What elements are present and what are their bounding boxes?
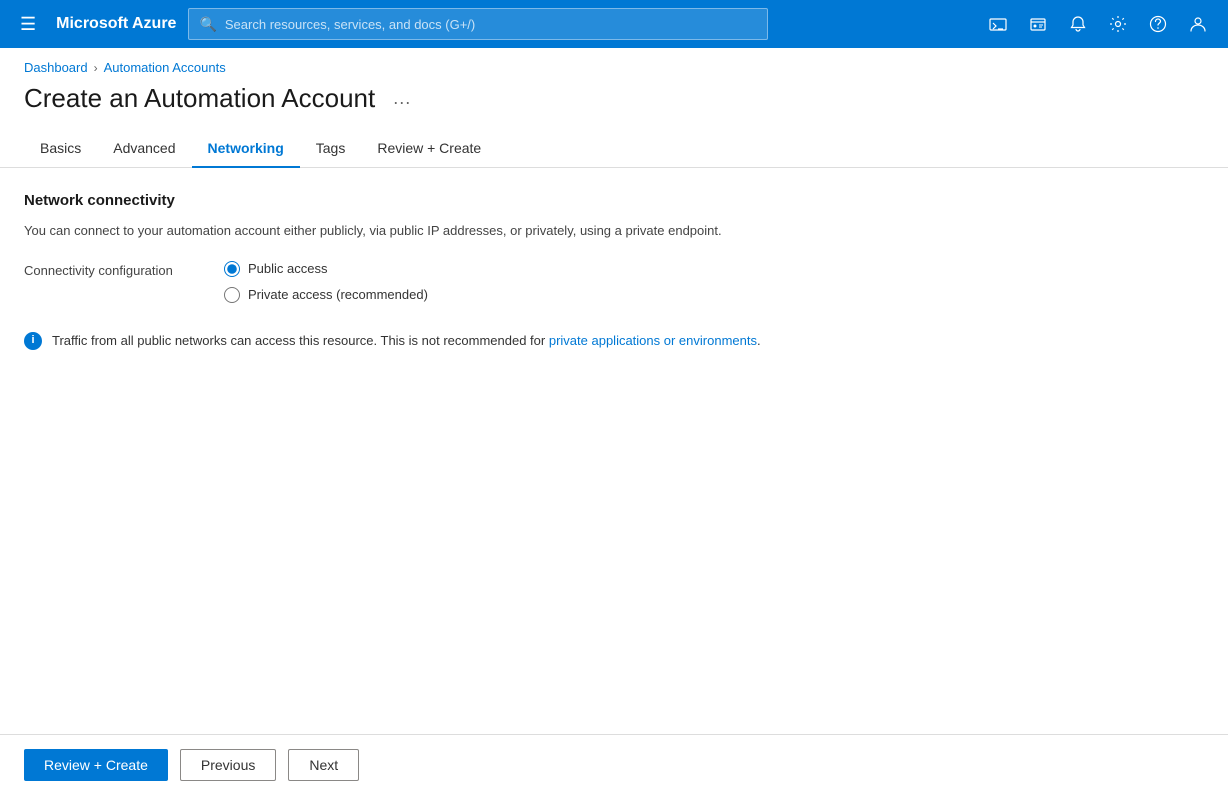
breadcrumb-sep-1: › xyxy=(94,61,98,75)
hamburger-menu[interactable]: ☰ xyxy=(12,10,44,39)
tab-advanced[interactable]: Advanced xyxy=(97,130,191,168)
breadcrumb-automation-accounts[interactable]: Automation Accounts xyxy=(104,60,226,75)
tab-review-create[interactable]: Review + Create xyxy=(361,130,497,168)
topnav-icons xyxy=(980,6,1216,42)
cloud-shell-icon[interactable] xyxy=(980,6,1016,42)
section-title: Network connectivity xyxy=(24,192,1204,209)
brand-logo: Microsoft Azure xyxy=(56,15,176,33)
search-icon: 🔍 xyxy=(199,16,216,33)
account-icon[interactable] xyxy=(1180,6,1216,42)
search-box[interactable]: 🔍 xyxy=(188,8,768,40)
section-description: You can connect to your automation accou… xyxy=(24,221,1204,241)
info-icon: i xyxy=(24,332,42,350)
settings-icon[interactable] xyxy=(1100,6,1136,42)
topnav: ☰ Microsoft Azure 🔍 xyxy=(0,0,1228,48)
info-banner: i Traffic from all public networks can a… xyxy=(24,331,1204,351)
page-menu-button[interactable]: ... xyxy=(387,86,417,111)
connectivity-radio-group: Public access Private access (recommende… xyxy=(224,261,428,303)
content-area: Network connectivity You can connect to … xyxy=(0,168,1228,430)
review-create-button[interactable]: Review + Create xyxy=(24,749,168,781)
tab-networking[interactable]: Networking xyxy=(192,130,300,168)
tab-tags[interactable]: Tags xyxy=(300,130,362,168)
info-text: Traffic from all public networks can acc… xyxy=(52,331,761,351)
tabs: Basics Advanced Networking Tags Review +… xyxy=(0,130,1228,168)
breadcrumb-dashboard[interactable]: Dashboard xyxy=(24,60,88,75)
radio-private-label: Private access (recommended) xyxy=(248,287,428,302)
breadcrumb: Dashboard › Automation Accounts xyxy=(0,48,1228,75)
search-input[interactable] xyxy=(225,17,758,32)
next-button[interactable]: Next xyxy=(288,749,359,781)
info-link[interactable]: private applications or environments xyxy=(549,333,757,348)
help-icon[interactable] xyxy=(1140,6,1176,42)
radio-private-input[interactable] xyxy=(224,287,240,303)
radio-private-access[interactable]: Private access (recommended) xyxy=(224,287,428,303)
radio-public-input[interactable] xyxy=(224,261,240,277)
page-title: Create an Automation Account xyxy=(24,83,375,114)
tab-basics[interactable]: Basics xyxy=(24,130,97,168)
previous-button[interactable]: Previous xyxy=(180,749,276,781)
bottom-bar: Review + Create Previous Next xyxy=(0,734,1228,794)
radio-public-label: Public access xyxy=(248,261,327,276)
directory-icon[interactable] xyxy=(1020,6,1056,42)
config-label: Connectivity configuration xyxy=(24,261,184,278)
page-header: Create an Automation Account ... xyxy=(0,75,1228,130)
connectivity-config-row: Connectivity configuration Public access… xyxy=(24,261,1204,303)
radio-public-access[interactable]: Public access xyxy=(224,261,428,277)
notifications-icon[interactable] xyxy=(1060,6,1096,42)
